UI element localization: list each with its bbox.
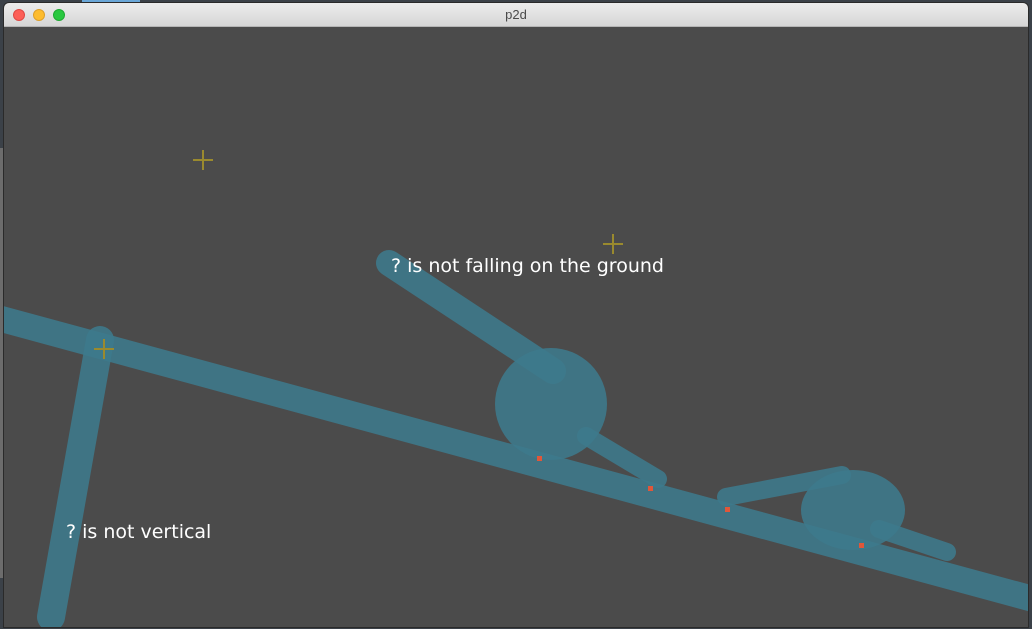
window-title: p2d	[505, 7, 527, 22]
contact-point-icon	[648, 486, 653, 491]
vertical-annotation: ? is not vertical	[66, 521, 212, 543]
small-wheel	[801, 470, 905, 550]
crosshair-marker-icon	[193, 150, 213, 170]
falling-annotation: ? is not falling on the ground	[391, 255, 664, 277]
contact-point-icon	[859, 543, 864, 548]
large-wheel	[495, 348, 607, 460]
vertical-pole	[37, 326, 114, 627]
contact-point-icon	[725, 507, 730, 512]
crosshair-marker-icon	[603, 234, 623, 254]
contact-point-icon	[537, 456, 542, 461]
app-window: p2d ? is not falling on the ground ? is …	[4, 3, 1028, 627]
title-bar[interactable]: p2d	[4, 3, 1028, 27]
simulation-canvas[interactable]: ? is not falling on the ground ? is not …	[4, 27, 1028, 627]
